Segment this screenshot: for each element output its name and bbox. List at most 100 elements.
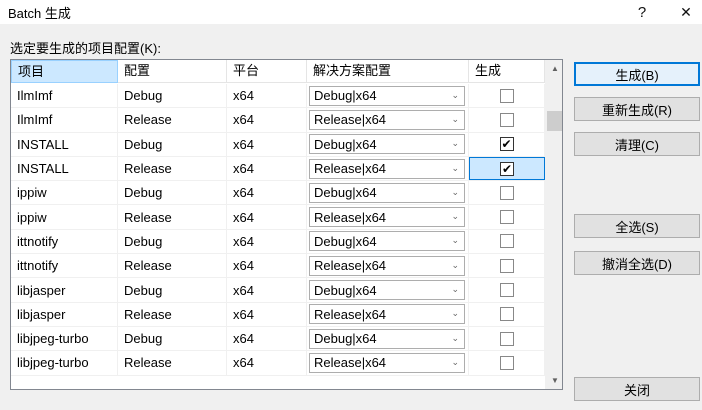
- solution-config-dropdown[interactable]: Debug|x64 ⌄: [309, 231, 465, 252]
- select-all-button[interactable]: 全选(S): [574, 214, 700, 238]
- build-cell: ✔: [469, 132, 545, 156]
- check-icon: ✔: [501, 137, 512, 152]
- platform-cell: x64: [227, 156, 307, 181]
- platform-cell: x64: [227, 205, 307, 229]
- close-icon[interactable]: ✕: [666, 0, 702, 24]
- help-icon[interactable]: ?: [622, 0, 662, 24]
- rebuild-button[interactable]: 重新生成(R): [574, 97, 700, 121]
- deselect-all-button[interactable]: 撤消全选(D): [574, 251, 700, 275]
- solution-config-value: Debug|x64: [314, 331, 377, 347]
- solution-config-dropdown[interactable]: Release|x64 ⌄: [309, 304, 465, 325]
- chevron-down-icon: ⌄: [451, 235, 459, 246]
- build-checkbox[interactable]: [499, 185, 514, 200]
- table-row[interactable]: INSTALL Release x64 Release|x64 ⌄ ✔: [11, 156, 545, 182]
- column-header-solution-config[interactable]: 解决方案配置: [307, 60, 469, 83]
- project-cell: ippiw: [11, 181, 118, 205]
- build-cell: [469, 181, 545, 205]
- chevron-down-icon: ⌄: [451, 356, 459, 367]
- build-button[interactable]: 生成(B): [574, 62, 700, 86]
- table-row[interactable]: ittnotify Release x64 Release|x64 ⌄: [11, 254, 545, 279]
- solution-config-dropdown[interactable]: Release|x64 ⌄: [309, 109, 465, 130]
- table-row[interactable]: libjpeg-turbo Release x64 Release|x64 ⌄: [11, 351, 545, 376]
- table-row[interactable]: ippiw Release x64 Release|x64 ⌄: [11, 205, 545, 230]
- build-checkbox[interactable]: [499, 307, 514, 322]
- table-row[interactable]: libjasper Release x64 Release|x64 ⌄: [11, 302, 545, 327]
- platform-cell: x64: [227, 229, 307, 254]
- solution-config-cell: Debug|x64 ⌄: [307, 181, 469, 205]
- build-checkbox[interactable]: [499, 355, 514, 370]
- build-checkbox[interactable]: [499, 283, 514, 298]
- solution-config-cell: Debug|x64 ⌄: [307, 326, 469, 351]
- solution-config-cell: Release|x64 ⌄: [307, 108, 469, 132]
- platform-cell: x64: [227, 181, 307, 205]
- table-row[interactable]: IlmImf Release x64 Release|x64 ⌄: [11, 108, 545, 133]
- platform-cell: x64: [227, 302, 307, 326]
- close-button[interactable]: 关闭: [574, 377, 700, 401]
- solution-config-value: Debug|x64: [314, 282, 377, 298]
- build-cell: [469, 302, 545, 326]
- clean-button[interactable]: 清理(C): [574, 132, 700, 156]
- table-row[interactable]: libjpeg-turbo Debug x64 Debug|x64 ⌄: [11, 326, 545, 352]
- solution-config-dropdown[interactable]: Debug|x64 ⌄: [309, 85, 465, 106]
- solution-config-dropdown[interactable]: Release|x64 ⌄: [309, 158, 465, 179]
- build-checkbox[interactable]: ✔: [499, 137, 514, 152]
- build-cell: [469, 108, 545, 132]
- build-checkbox[interactable]: [499, 331, 514, 346]
- config-cell: Debug: [118, 278, 227, 302]
- config-cell: Debug: [118, 229, 227, 254]
- config-cell: Release: [118, 205, 227, 229]
- config-cell: Release: [118, 302, 227, 326]
- table-row[interactable]: libjasper Debug x64 Debug|x64 ⌄: [11, 278, 545, 303]
- table-row[interactable]: ippiw Debug x64 Debug|x64 ⌄: [11, 181, 545, 206]
- config-cell: Debug: [118, 84, 227, 108]
- solution-config-dropdown[interactable]: Release|x64 ⌄: [309, 352, 465, 373]
- build-cell: [469, 351, 545, 375]
- solution-config-cell: Debug|x64 ⌄: [307, 132, 469, 156]
- solution-config-cell: Release|x64 ⌄: [307, 205, 469, 229]
- build-checkbox[interactable]: [499, 258, 514, 273]
- solution-config-dropdown[interactable]: Release|x64 ⌄: [309, 255, 465, 276]
- project-cell: libjpeg-turbo: [11, 351, 118, 375]
- scroll-up-icon[interactable]: ▲: [546, 60, 562, 77]
- solution-config-value: Debug|x64: [314, 88, 377, 104]
- config-cell: Release: [118, 156, 227, 181]
- scroll-thumb[interactable]: [547, 111, 562, 131]
- config-cell: Release: [118, 254, 227, 278]
- solution-config-value: Release|x64: [314, 161, 387, 177]
- build-checkbox[interactable]: [499, 210, 514, 225]
- solution-config-value: Debug|x64: [314, 136, 377, 152]
- scroll-down-icon[interactable]: ▼: [546, 372, 562, 389]
- build-checkbox[interactable]: ✔: [500, 161, 514, 176]
- table-row[interactable]: IlmImf Debug x64 Debug|x64 ⌄: [11, 84, 545, 109]
- solution-config-dropdown[interactable]: Debug|x64 ⌄: [309, 328, 465, 349]
- project-config-grid[interactable]: 项目 配置 平台 解决方案配置 生成 IlmImf Debug x64 Debug|x…: [10, 59, 563, 390]
- solution-config-cell: Release|x64 ⌄: [307, 156, 469, 181]
- column-header-build[interactable]: 生成: [469, 60, 545, 83]
- solution-config-dropdown[interactable]: Debug|x64 ⌄: [309, 134, 465, 155]
- solution-config-dropdown[interactable]: Debug|x64 ⌄: [309, 182, 465, 203]
- build-checkbox[interactable]: [499, 234, 514, 249]
- solution-config-cell: Debug|x64 ⌄: [307, 229, 469, 254]
- vertical-scrollbar[interactable]: ▲ ▼: [545, 60, 562, 389]
- build-cell: [469, 278, 545, 302]
- solution-config-dropdown[interactable]: Release|x64 ⌄: [309, 207, 465, 228]
- solution-config-dropdown[interactable]: Debug|x64 ⌄: [309, 280, 465, 301]
- platform-cell: x64: [227, 326, 307, 351]
- table-row[interactable]: INSTALL Debug x64 Debug|x64 ⌄ ✔: [11, 132, 545, 157]
- config-cell: Release: [118, 108, 227, 132]
- column-header-config[interactable]: 配置: [118, 60, 227, 83]
- table-row[interactable]: ittnotify Debug x64 Debug|x64 ⌄: [11, 229, 545, 255]
- build-checkbox[interactable]: [499, 112, 514, 127]
- grid-rows: IlmImf Debug x64 Debug|x64 ⌄ IlmImf Release x64…: [11, 84, 545, 376]
- column-header-platform[interactable]: 平台: [227, 60, 307, 83]
- config-cell: Debug: [118, 181, 227, 205]
- project-cell: libjpeg-turbo: [11, 326, 118, 351]
- build-cell: [469, 84, 545, 108]
- solution-config-cell: Release|x64 ⌄: [307, 302, 469, 326]
- build-checkbox[interactable]: [499, 88, 514, 103]
- platform-cell: x64: [227, 84, 307, 108]
- platform-cell: x64: [227, 132, 307, 156]
- platform-cell: x64: [227, 108, 307, 132]
- column-header-project[interactable]: 项目: [11, 60, 118, 83]
- config-cell: Debug: [118, 326, 227, 351]
